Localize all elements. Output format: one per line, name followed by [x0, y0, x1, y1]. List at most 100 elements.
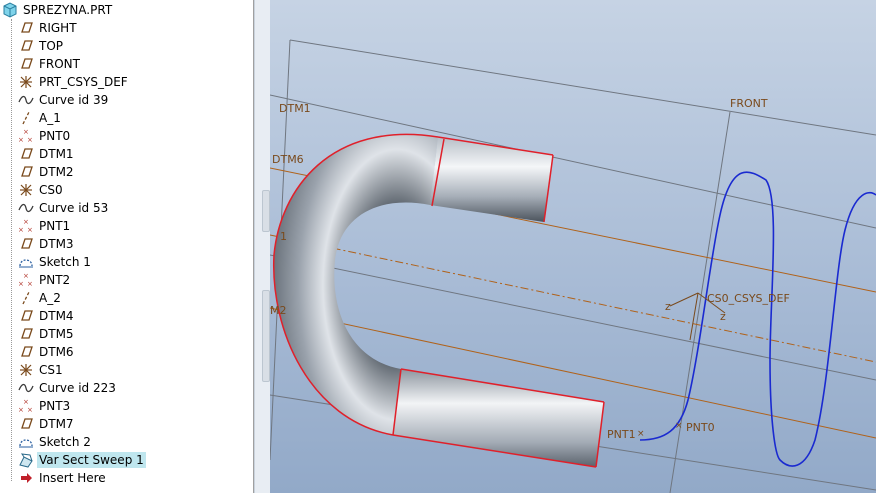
datum-point-icon: × × ×	[18, 272, 34, 288]
svg-text:×: ×	[18, 280, 24, 288]
svg-text:×: ×	[18, 226, 24, 234]
pnt0-label[interactable]: PNT0	[686, 421, 715, 434]
tree-item-label: PRT_CSYS_DEF	[39, 75, 128, 89]
var-sect-sweep-body[interactable]	[273, 133, 605, 468]
datum-axis-icon	[18, 290, 34, 306]
part-icon	[2, 2, 18, 18]
tree-root-label: SPREZYNA.PRT	[23, 3, 113, 17]
svg-text:×: ×	[675, 421, 683, 431]
svg-text:×: ×	[27, 406, 33, 414]
tree-item-label: PNT1	[39, 219, 71, 233]
dtm6-label[interactable]: DTM6	[272, 153, 304, 166]
edge-label-1: 1	[280, 230, 287, 243]
curve-icon	[18, 92, 34, 108]
tree-guide-line	[11, 19, 12, 481]
splitter[interactable]	[254, 0, 270, 493]
datum-plane-icon	[18, 236, 34, 252]
tree-item-label: Curve id 53	[39, 201, 109, 215]
tree-item[interactable]: Curve id 53	[18, 199, 110, 217]
tree-item[interactable]: × × × PNT2	[18, 271, 72, 289]
datum-plane-icon	[18, 416, 34, 432]
tree-item[interactable]: A_2	[18, 289, 63, 307]
tree-root[interactable]: SPREZYNA.PRT	[2, 1, 114, 19]
tree-item[interactable]: DTM3	[18, 235, 76, 253]
tree-item-label: Sketch 2	[39, 435, 91, 449]
tree-item-label: DTM1	[39, 147, 74, 161]
csys-label[interactable]: CS0_CSYS_DEF	[707, 292, 790, 305]
insert-arrow-icon	[18, 470, 34, 486]
tree-item[interactable]: DTM4	[18, 307, 76, 325]
csys-z2-label: z	[720, 310, 726, 323]
datum-axis-icon	[18, 110, 34, 126]
pnt1-label[interactable]: PNT1	[607, 428, 636, 441]
tree-item[interactable]: Curve id 223	[18, 379, 118, 397]
tree-item[interactable]: Insert Here	[18, 469, 108, 487]
tree-item[interactable]: TOP	[18, 37, 65, 55]
dtm1-label[interactable]: DTM1	[279, 102, 311, 115]
svg-text:×: ×	[18, 136, 24, 144]
tree-item-label: FRONT	[39, 57, 80, 71]
tree-item-label: PNT2	[39, 273, 71, 287]
tree-item-label: PNT3	[39, 399, 71, 413]
tree-item-label: CS0	[39, 183, 63, 197]
model-tree: SPREZYNA.PRT RIGHT TOP FRONT PRT_CSYS_DEF Cu…	[0, 0, 254, 493]
datum-plane-icon	[18, 308, 34, 324]
tree-item[interactable]: Sketch 1	[18, 253, 93, 271]
sketch-icon	[18, 434, 34, 450]
tree-item[interactable]: FRONT	[18, 55, 82, 73]
tree-item[interactable]: RIGHT	[18, 19, 79, 37]
svg-text:×: ×	[18, 406, 24, 414]
tree-item[interactable]: DTM2	[18, 163, 76, 181]
svg-text:×: ×	[637, 429, 645, 439]
tree-item-label: PNT0	[39, 129, 71, 143]
tree-item[interactable]: A_1	[18, 109, 63, 127]
front-label[interactable]: FRONT	[730, 97, 768, 110]
csys-icon	[18, 362, 34, 378]
tree-item[interactable]: DTM5	[18, 325, 76, 343]
model-canvas[interactable]: × × DTM1 DTM6 FRONT CS0_CSYS_DEF PNT1 PN…	[270, 0, 876, 493]
datum-plane-icon	[18, 20, 34, 36]
tree-item[interactable]: DTM7	[18, 415, 76, 433]
csys-z-label: z	[665, 300, 671, 313]
svg-text:×: ×	[27, 136, 33, 144]
tree-item[interactable]: CS1	[18, 361, 65, 379]
datum-plane-icon	[18, 344, 34, 360]
tree-item[interactable]: × × × PNT3	[18, 397, 72, 415]
tree-item-label: Curve id 223	[39, 381, 116, 395]
datum-point-icon: × × ×	[18, 398, 34, 414]
tree-item[interactable]: Var Sect Sweep 1	[18, 451, 146, 469]
tree-item[interactable]: DTM1	[18, 145, 76, 163]
datum-point-icon: × × ×	[18, 218, 34, 234]
svg-text:×: ×	[23, 272, 29, 280]
svg-text:×: ×	[27, 226, 33, 234]
tree-item[interactable]: CS0	[18, 181, 65, 199]
tree-item-label: Sketch 1	[39, 255, 91, 269]
datum-plane-icon	[18, 56, 34, 72]
tree-item[interactable]: Curve id 39	[18, 91, 110, 109]
svg-text:×: ×	[27, 280, 33, 288]
tree-item[interactable]: × × × PNT0	[18, 127, 72, 145]
tree-item-label: DTM2	[39, 165, 74, 179]
splitter-grip[interactable]	[262, 190, 270, 232]
tree-item-label: DTM5	[39, 327, 74, 341]
tree-item[interactable]: PRT_CSYS_DEF	[18, 73, 130, 91]
sweep-icon	[18, 452, 34, 468]
tree-item-label: A_2	[39, 291, 61, 305]
tree-item-label: TOP	[39, 39, 64, 53]
svg-text:×: ×	[23, 128, 29, 136]
svg-text:×: ×	[23, 218, 29, 226]
tree-item-label: Var Sect Sweep 1	[37, 452, 146, 468]
tree-item[interactable]: × × × PNT1	[18, 217, 72, 235]
graphics-viewport[interactable]: × × DTM1 DTM6 FRONT CS0_CSYS_DEF PNT1 PN…	[270, 0, 876, 493]
tree-item-label: DTM4	[39, 309, 74, 323]
tree-item[interactable]: DTM6	[18, 343, 76, 361]
edge-label-2: M2	[270, 304, 287, 317]
curve-icon	[18, 380, 34, 396]
splitter-grip-lower[interactable]	[262, 290, 270, 382]
tree-item[interactable]: Sketch 2	[18, 433, 93, 451]
datum-plane-icon	[18, 164, 34, 180]
svg-text:×: ×	[23, 398, 29, 406]
tree-item-label: A_1	[39, 111, 61, 125]
tree-item-label: DTM6	[39, 345, 74, 359]
curve-icon	[18, 200, 34, 216]
